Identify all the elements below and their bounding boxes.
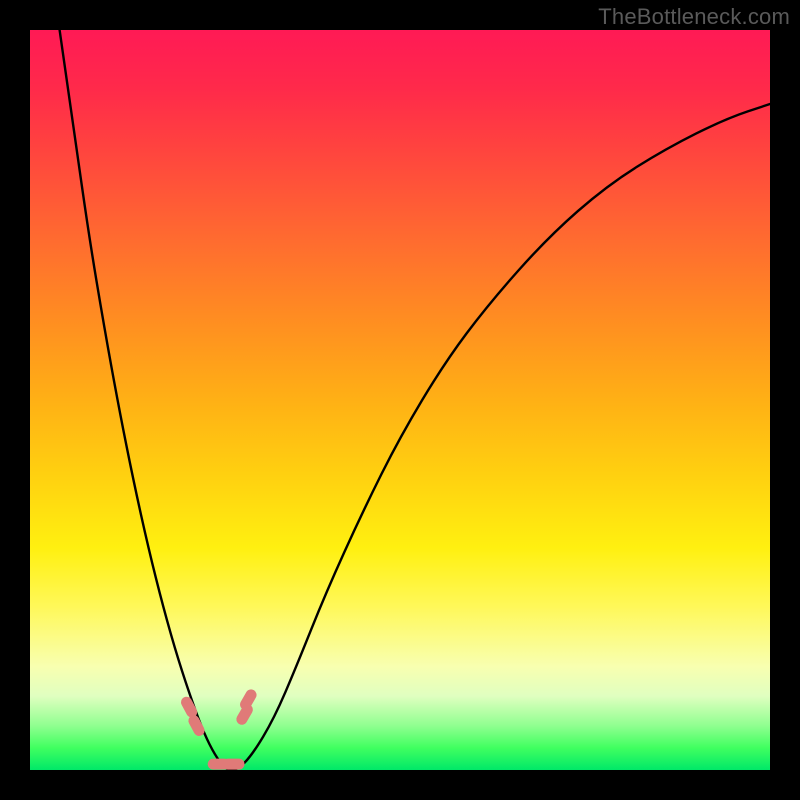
chart-frame: TheBottleneck.com <box>0 0 800 800</box>
plot-svg <box>30 30 770 770</box>
marker-pill <box>238 687 259 712</box>
markers-group <box>179 687 258 769</box>
watermark-text: TheBottleneck.com <box>598 4 790 30</box>
plot-area <box>30 30 770 770</box>
marker-pill <box>223 759 245 770</box>
bottleneck-curve <box>60 30 770 770</box>
